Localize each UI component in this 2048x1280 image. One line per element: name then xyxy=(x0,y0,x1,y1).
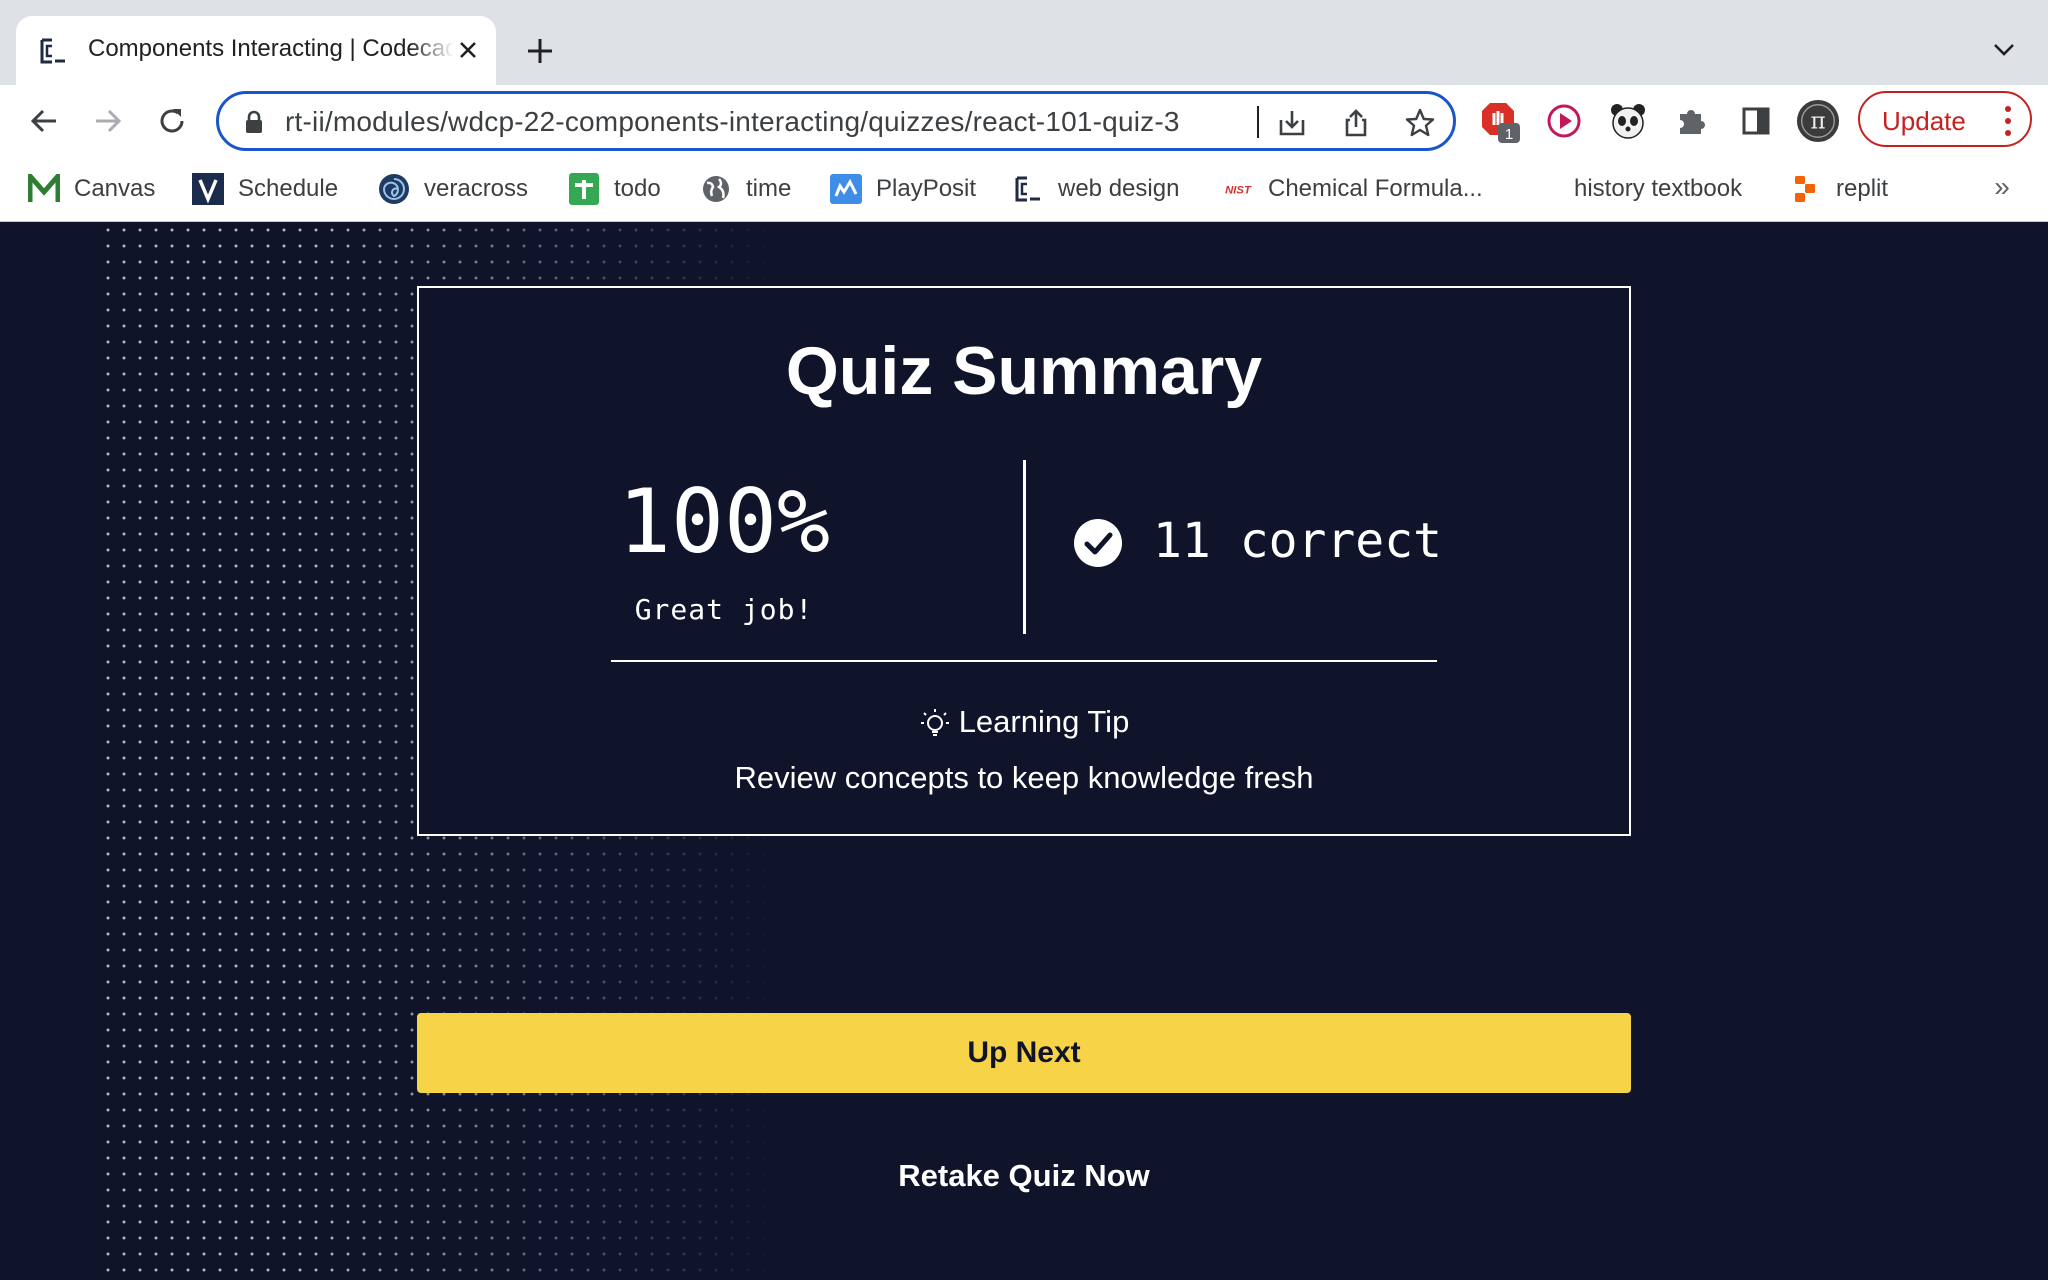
panda-extension-icon[interactable] xyxy=(1606,99,1650,143)
bookmark-history-textbook[interactable]: history textbook xyxy=(1574,169,1742,209)
tab-title: Components Interacting | Codecademy xyxy=(88,35,454,62)
veracross-swirl-logo-icon xyxy=(378,173,410,205)
reload-icon[interactable] xyxy=(152,101,192,141)
video-play-extension-icon[interactable] xyxy=(1542,99,1586,143)
playposit-logo-icon xyxy=(830,173,862,205)
browser-toolbar: rt-ii/modules/wdcp-22-components-interac… xyxy=(0,85,2048,157)
canvas-logo-icon xyxy=(28,173,60,205)
bookmark-schedule[interactable]: Schedule xyxy=(192,169,338,209)
close-tab-icon[interactable] xyxy=(452,34,484,66)
veracross-v-logo-icon xyxy=(192,173,224,205)
up-next-button[interactable]: Up Next xyxy=(417,1013,1631,1093)
profile-avatar-pi-icon[interactable]: π xyxy=(1796,99,1840,143)
bookmark-canvas[interactable]: Canvas xyxy=(28,169,155,209)
quiz-score-percent: 100% xyxy=(618,470,830,573)
bookmarks-bar: Canvas Schedule veracross todo time Play… xyxy=(0,157,2048,222)
score-message: Great job! xyxy=(634,593,814,626)
update-label: Update xyxy=(1882,106,1966,136)
codecademy-logo-icon xyxy=(1012,173,1044,205)
lightbulb-icon xyxy=(920,709,949,736)
bookmark-todo[interactable]: todo xyxy=(568,169,661,209)
bookmark-veracross[interactable]: veracross xyxy=(378,169,528,209)
browser-tab-active[interactable]: Components Interacting | Codecademy xyxy=(16,16,496,85)
puzzle-piece-extensions-icon[interactable] xyxy=(1670,99,1714,143)
bookmark-time[interactable]: time xyxy=(700,169,791,209)
bookmark-playposit[interactable]: PlayPosit xyxy=(830,169,976,209)
bookmark-chemical-formula[interactable]: NIST Chemical Formula... xyxy=(1222,169,1483,209)
more-options-dots-icon[interactable] xyxy=(1998,103,2018,139)
bookmark-web-design[interactable]: web design xyxy=(1012,169,1179,209)
forward-arrow-icon[interactable] xyxy=(88,101,128,141)
replit-logo-icon xyxy=(1790,173,1822,205)
update-browser-button[interactable]: Update xyxy=(1858,91,2032,147)
up-next-label: Up Next xyxy=(967,1036,1081,1069)
learning-tip-text: Review concepts to keep knowledge fresh xyxy=(734,760,1314,795)
address-bar[interactable]: rt-ii/modules/wdcp-22-components-interac… xyxy=(216,91,1456,151)
nist-logo-icon: NIST xyxy=(1222,173,1254,205)
back-arrow-icon[interactable] xyxy=(24,101,64,141)
side-panel-icon[interactable] xyxy=(1734,99,1778,143)
adblock-extension-icon[interactable]: 1 xyxy=(1478,99,1522,143)
google-sheets-icon xyxy=(568,173,600,205)
chevron-down-icon[interactable] xyxy=(1984,32,2024,68)
quiz-summary-title: Quiz Summary xyxy=(785,333,1263,409)
quiz-page: Quiz Summary 100% Great job! 11 correct … xyxy=(0,222,2048,1280)
extension-badge-count: 1 xyxy=(1505,126,1513,143)
globe-icon xyxy=(700,173,732,205)
text-cursor xyxy=(1257,106,1259,138)
share-icon[interactable] xyxy=(1339,106,1373,140)
correct-count: 11 correct xyxy=(1153,513,1442,569)
vertical-divider xyxy=(1023,460,1026,634)
quiz-summary-card: Quiz Summary 100% Great job! 11 correct … xyxy=(417,286,1631,836)
bookmark-replit[interactable]: replit xyxy=(1790,169,1888,209)
svg-text:NIST: NIST xyxy=(1225,185,1252,197)
tab-strip: Components Interacting | Codecademy xyxy=(0,0,2048,85)
check-circle-icon xyxy=(1074,519,1122,567)
horizontal-divider xyxy=(611,660,1437,662)
svg-text:π: π xyxy=(1810,109,1825,135)
learning-tip-header: Learning Tip xyxy=(419,704,1629,740)
codecademy-favicon-icon xyxy=(40,38,65,64)
bookmark-star-icon[interactable] xyxy=(1403,106,1437,140)
new-tab-plus-icon[interactable] xyxy=(520,31,560,71)
url-text[interactable]: rt-ii/modules/wdcp-22-components-interac… xyxy=(285,106,1325,138)
learning-tip-title: Learning Tip xyxy=(958,704,1130,739)
more-bookmarks-chevron-icon[interactable]: » xyxy=(1984,171,2020,207)
install-app-icon[interactable] xyxy=(1275,106,1309,140)
lock-icon[interactable] xyxy=(241,109,267,135)
retake-quiz-link[interactable]: Retake Quiz Now xyxy=(824,1158,1224,1194)
